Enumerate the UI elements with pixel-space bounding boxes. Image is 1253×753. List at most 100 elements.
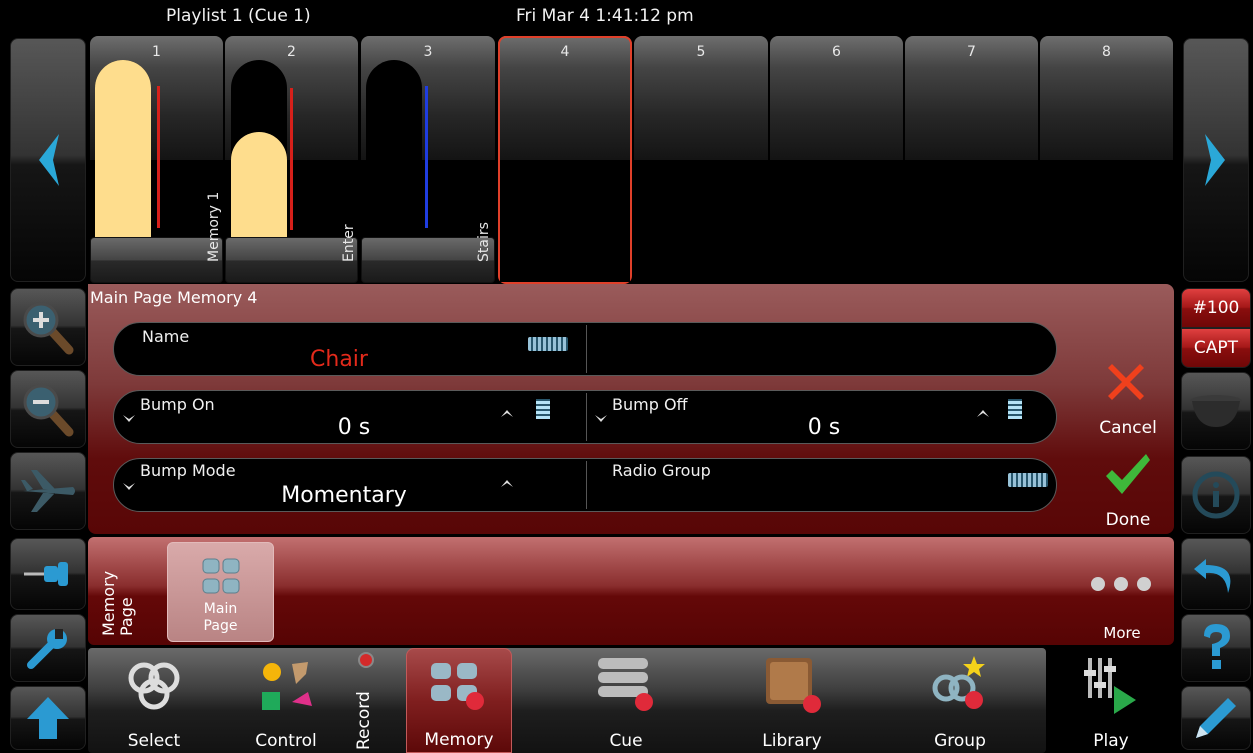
chevron-left-icon [39,134,59,186]
row-divider [586,461,587,509]
checkmark-icon [1106,454,1150,494]
chevron-up-icon[interactable] [976,407,990,421]
bump-on-value[interactable]: 0 s [304,415,404,440]
chevron-up-icon[interactable] [500,477,514,491]
done-label: Done [1105,510,1151,530]
channel-6[interactable]: 6 [770,36,903,160]
fader-1-level [95,60,151,240]
clear-button[interactable] [1181,372,1251,450]
cancel-button[interactable]: Cancel [1086,356,1170,446]
airplane-icon [21,470,75,512]
more-label: More [1103,624,1141,642]
shift-button[interactable] [10,686,86,750]
info-icon [1192,471,1240,519]
tile-label: Main Page [168,601,273,635]
tab-memory[interactable]: Memory [406,648,512,753]
main-page-tile[interactable]: Main Page [167,542,274,642]
tab-control-label: Control [255,731,317,751]
done-button[interactable]: Done [1086,448,1170,534]
tools-button[interactable] [10,614,86,682]
zoom-out-icon [23,384,74,437]
tab-record-label: Record [354,691,374,750]
close-icon [1108,364,1144,400]
wrench-icon [27,629,67,669]
bump-mode-value[interactable]: Momentary [244,483,444,508]
tile-label-line-2: Page [203,618,238,634]
tab-cue[interactable]: Cue [560,648,692,753]
tab-group-label: Group [934,731,986,751]
more-dots-icon [1091,577,1151,591]
cancel-label: Cancel [1099,418,1157,438]
number-badge-button[interactable]: #100 [1181,288,1251,328]
row-divider [586,393,587,441]
select-rings-icon [128,662,180,710]
name-row: Name Chair [113,322,1057,376]
zoom-in-icon [23,302,74,355]
library-box-icon [766,658,821,713]
pin-button[interactable] [10,538,86,610]
tab-control[interactable]: Control [230,648,342,753]
tab-library[interactable]: Library [726,648,858,753]
edit-button[interactable] [1181,686,1251,750]
chevron-down-icon[interactable] [594,411,608,425]
tab-select-label: Select [127,731,181,751]
page-right-button[interactable] [1183,38,1249,282]
zoom-out-button[interactable] [10,370,86,448]
channel-number: 6 [832,44,841,60]
keyboard-icon[interactable] [528,337,568,351]
bump-on-label: Bump On [140,395,215,414]
name-value[interactable]: Chair [264,347,414,372]
control-effects-icon [262,662,312,710]
flash-button-1[interactable] [90,237,223,283]
number-badge: #100 [1192,298,1240,318]
zoom-in-button[interactable] [10,288,86,366]
fader-2-level [231,132,287,240]
tab-record[interactable]: Record [352,648,382,753]
keypad-icon[interactable] [536,399,550,419]
help-button[interactable] [1181,614,1251,682]
panel-title: Main Page Memory 4 [90,288,258,307]
flash-button-2[interactable] [225,237,358,283]
group-rings-icon [932,656,985,709]
bump-off-value[interactable]: 0 s [774,415,874,440]
keyboard-icon[interactable] [1008,473,1048,487]
channel-7[interactable]: 7 [905,36,1038,160]
page-left-button[interactable] [10,38,86,282]
flash-button-3[interactable] [361,237,495,283]
fader-1-level-bar [157,86,160,228]
channel-number: 8 [1102,44,1111,60]
bump-off-label: Bump Off [612,395,688,414]
tab-library-label: Library [762,731,822,751]
chevron-up-icon[interactable] [500,407,514,421]
pushpin-icon [24,562,68,586]
tab-play-label: Play [1093,731,1129,751]
question-mark-icon [1204,624,1230,669]
chevron-down-icon[interactable] [122,479,136,493]
info-button[interactable] [1181,456,1251,534]
more-button[interactable]: More [1080,570,1164,644]
fader-3-track[interactable] [366,60,422,240]
keypad-icon[interactable] [1008,399,1022,419]
tab-play[interactable]: Play [1058,648,1164,753]
fly-button[interactable] [10,452,86,530]
playlist-status: Playlist 1 (Cue 1) [166,6,311,26]
radio-group-label: Radio Group [612,461,711,480]
channel-number: 2 [287,44,296,60]
bump-mode-label: Bump Mode [140,461,236,480]
channel-number: 7 [967,44,976,60]
grid-pages-icon [202,558,240,594]
capture-button[interactable]: CAPT [1181,328,1251,368]
undo-arrow-icon [1194,559,1231,593]
play-faders-icon [1084,658,1136,714]
undo-button[interactable] [1181,538,1251,610]
tab-select[interactable]: Select [98,648,210,753]
section-label-line-2: Page [117,597,136,636]
channel-5[interactable]: 5 [634,36,768,160]
channel-1-label-overlay: Memory 1 [206,191,222,262]
channel-8[interactable]: 8 [1040,36,1173,160]
bump-row: Bump On 0 s Bump Off 0 s [113,390,1057,444]
tab-group[interactable]: Group [894,648,1026,753]
pencil-icon [1196,698,1236,738]
chevron-down-icon[interactable] [122,411,136,425]
clock: Fri Mar 4 1:41:12 pm [516,6,694,26]
